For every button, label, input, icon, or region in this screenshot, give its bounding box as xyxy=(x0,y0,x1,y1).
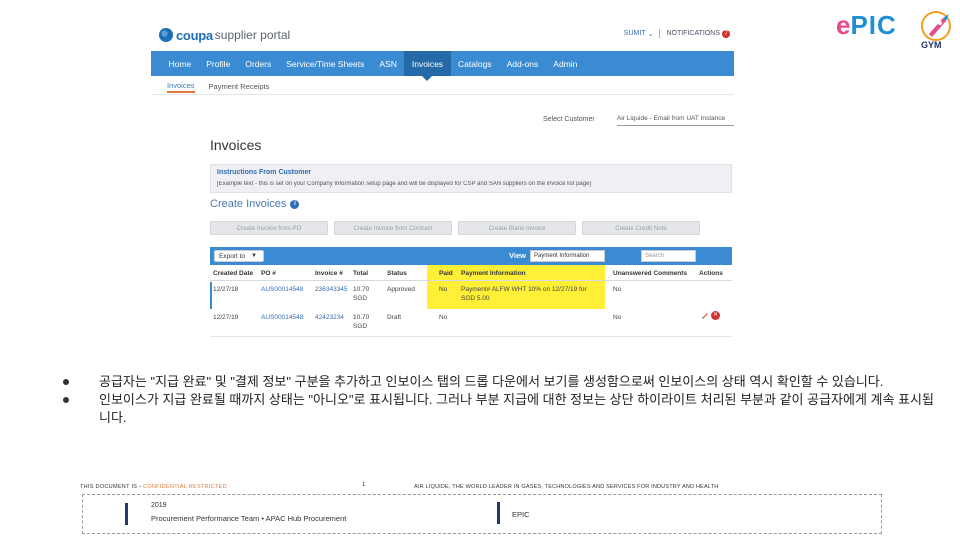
footer-epic: EPIC xyxy=(512,510,530,519)
cell-invoice-link[interactable]: 42423234 xyxy=(315,313,344,322)
cell-payment-info-line2: SGD 5.00 xyxy=(461,295,490,302)
cell-comments: No xyxy=(613,286,622,293)
nav-admin[interactable]: Admin xyxy=(546,51,585,76)
epic-logo-e: e xyxy=(836,10,851,40)
select-customer-dropdown[interactable]: Air Liquide - Email from UAT Instance xyxy=(617,112,734,126)
export-to-button[interactable]: Export to ▼ xyxy=(214,250,264,262)
company-tagline: AIR LIQUIDE, THE WORLD LEADER IN GASES, … xyxy=(414,484,719,490)
cell-paid: No xyxy=(439,314,448,321)
notifications-link[interactable]: NOTIFICATIONS xyxy=(666,30,720,37)
footer-divider-left xyxy=(125,503,128,525)
bullet-text: 인보이스가 지급 완료될 때까지 상태는 "아니오"로 표시됩니다. 그러나 부… xyxy=(99,392,934,425)
bullet-list: 공급자는 "지급 완료" 및 "결제 정보" 구분을 추가하고 인보이스 탭의 … xyxy=(60,373,940,427)
invoice-table-header: Created Date PO # Invoice # Total Status… xyxy=(210,267,732,281)
export-label: Export to xyxy=(219,252,246,260)
table-row[interactable]: 12/27/18 AUS00014548 236343345 10.70 SGD… xyxy=(210,282,732,309)
coupa-screenshot: coupa supplier portal SUMIT ⌄ NOTIFICATI… xyxy=(151,21,734,338)
epic-logo-text: PIC xyxy=(850,10,897,40)
info-icon[interactable]: i xyxy=(290,199,300,209)
cell-po-link[interactable]: AUS00014548 xyxy=(261,313,303,322)
cell-created-date: 12/27/19 xyxy=(213,314,239,321)
create-invoice-from-po-button[interactable]: Create Invoice from PO xyxy=(210,221,328,235)
cell-comments: No xyxy=(613,314,622,321)
cell-invoice-link[interactable]: 236343345 xyxy=(315,285,348,294)
instructions-text: [Example text - this is set on your Comp… xyxy=(217,181,592,187)
cell-payment-info-line1: Payment# ALFW WHT 10% on 12/27/19 for xyxy=(461,286,587,293)
nav-orders[interactable]: Orders xyxy=(238,51,279,76)
nav-home[interactable]: Home xyxy=(161,51,199,76)
subnav-payment-receipts[interactable]: Payment Receipts xyxy=(209,82,270,91)
instructions-title: Instructions From Customer xyxy=(217,169,312,176)
coupa-logo[interactable]: coupa supplier portal xyxy=(159,26,290,44)
cell-total-amount: 10.70 xyxy=(353,314,370,321)
main-nav: Home Profile Orders Service/Time Sheets … xyxy=(151,51,734,81)
col-actions: Actions xyxy=(699,270,723,277)
subnav-invoices[interactable]: Invoices xyxy=(167,81,195,93)
create-blank-invoice-button[interactable]: Create Blank Invoice xyxy=(458,221,576,235)
footer-divider-right xyxy=(497,502,500,524)
cell-status: Draft xyxy=(387,314,402,321)
confidentiality-prefix: THIS DOCUMENT IS xyxy=(80,484,140,490)
col-unanswered-comments[interactable]: Unanswered Comments xyxy=(613,270,687,277)
col-payment-information[interactable]: Payment Information xyxy=(461,270,526,277)
nav-invoices[interactable]: Invoices xyxy=(404,51,451,81)
nav-service-time-sheets[interactable]: Service/Time Sheets xyxy=(279,51,372,76)
col-po[interactable]: PO # xyxy=(261,270,276,277)
confidentiality-notice: THIS DOCUMENT IS • CONFIDENTIAL RESTRICT… xyxy=(80,484,227,490)
col-created-date[interactable]: Created Date xyxy=(213,270,253,277)
gym-logo-text: GYM xyxy=(921,40,942,50)
epic-logo: e PIC xyxy=(836,12,897,38)
invoice-table-toolbar: Export to ▼ View Payment Information Sea… xyxy=(210,247,732,265)
nav-catalogs[interactable]: Catalogs xyxy=(451,51,500,76)
page-title: Invoices xyxy=(210,137,262,153)
search-input[interactable]: Search xyxy=(641,250,696,262)
coupa-mark-icon xyxy=(159,28,173,42)
bullet-dot xyxy=(60,394,72,406)
chevron-down-icon[interactable]: ⌄ xyxy=(648,30,654,38)
col-total[interactable]: Total xyxy=(353,270,368,277)
create-invoice-from-contract-button[interactable]: Create Invoice from Contract xyxy=(334,221,452,235)
create-invoices-heading: Create Invoices i xyxy=(210,198,300,210)
gym-rocket-logo xyxy=(921,11,951,41)
select-customer-label: Select Customer xyxy=(543,116,595,123)
view-select[interactable]: Payment Information xyxy=(530,250,605,262)
delete-icon[interactable]: ✕ xyxy=(711,311,720,320)
col-invoice[interactable]: Invoice # xyxy=(315,270,343,277)
list-item: 공급자는 "지급 완료" 및 "결제 정보" 구분을 추가하고 인보이스 탭의 … xyxy=(60,373,940,391)
coupa-brand-sub: supplier portal xyxy=(214,28,291,42)
divider xyxy=(659,29,661,38)
nav-asn[interactable]: ASN xyxy=(372,51,404,76)
footer-team: Procurement Performance Team • APAC Hub … xyxy=(151,514,347,523)
col-paid[interactable]: Paid xyxy=(439,270,453,277)
user-area: SUMIT ⌄ NOTIFICATIONS 7 xyxy=(624,29,730,38)
cell-total-currency: SGD xyxy=(353,323,368,330)
portal-header: coupa supplier portal SUMIT ⌄ NOTIFICATI… xyxy=(151,21,734,49)
notification-count-badge: 7 xyxy=(722,29,730,38)
view-label: View xyxy=(509,251,526,260)
nav-profile[interactable]: Profile xyxy=(199,51,238,76)
footer-year: 2019 xyxy=(151,502,167,509)
edit-pencil-icon[interactable] xyxy=(701,312,709,320)
user-menu[interactable]: SUMIT xyxy=(624,30,646,37)
cell-paid: No xyxy=(439,286,448,293)
bullet-dot xyxy=(60,376,72,388)
nav-add-ons[interactable]: Add-ons xyxy=(499,51,546,76)
list-item: 인보이스가 지급 완료될 때까지 상태는 "아니오"로 표시됩니다. 그러나 부… xyxy=(60,391,940,427)
sub-nav: Invoices Payment Receipts xyxy=(151,79,734,95)
create-credit-note-button[interactable]: Create Credit Note xyxy=(582,221,700,235)
confidentiality-label: • CONFIDENTIAL RESTRICTED xyxy=(139,484,227,490)
cell-po-link[interactable]: AUS00014548 xyxy=(261,285,303,294)
create-invoices-title: Create Invoices xyxy=(210,198,287,210)
instructions-panel: Instructions From Customer [Example text… xyxy=(210,164,732,193)
table-row[interactable]: 12/27/19 AUS00014548 42423234 10.70 SGD … xyxy=(210,310,732,337)
col-status[interactable]: Status xyxy=(387,270,407,277)
cell-total-currency: SGD xyxy=(353,295,368,302)
coupa-brand: coupa xyxy=(176,27,213,43)
page-number: 1 xyxy=(362,482,366,488)
cell-status: Approved xyxy=(387,286,415,293)
chevron-down-icon: ▼ xyxy=(251,253,257,259)
cell-created-date: 12/27/18 xyxy=(213,286,239,293)
bullet-text: 공급자는 "지급 완료" 및 "결제 정보" 구분을 추가하고 인보이스 탭의 … xyxy=(99,374,884,389)
cell-total-amount: 10.70 xyxy=(353,286,370,293)
